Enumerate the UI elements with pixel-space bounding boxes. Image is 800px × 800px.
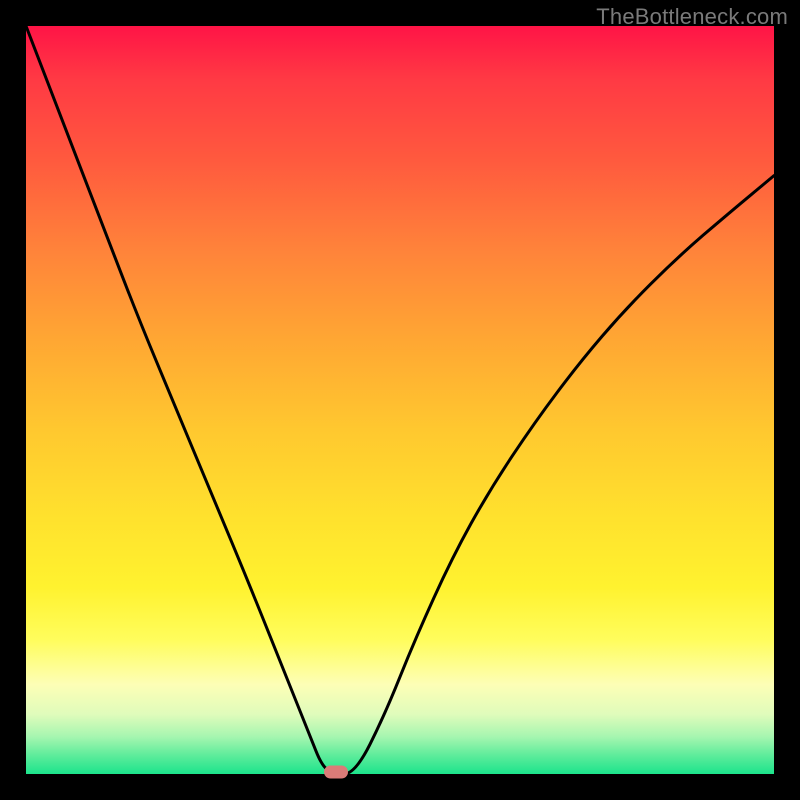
plot-area [26,26,774,774]
optimal-marker [324,765,348,778]
chart-frame: TheBottleneck.com [0,0,800,800]
bottleneck-curve [26,26,774,774]
watermark-text: TheBottleneck.com [596,4,788,30]
